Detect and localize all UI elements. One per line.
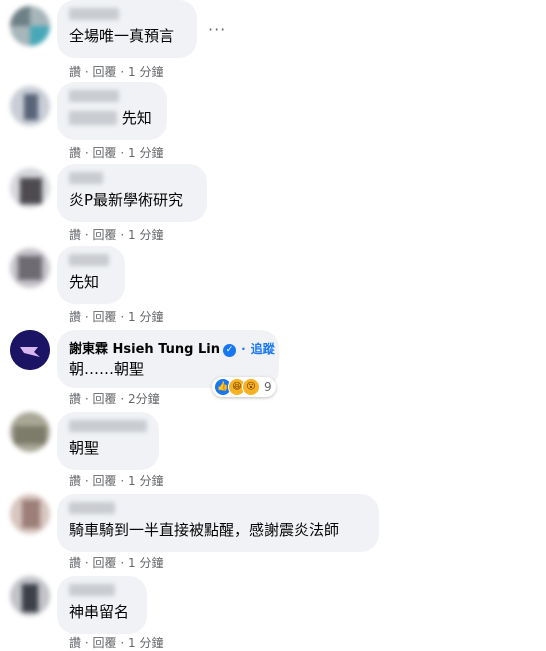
- comment-text: 朝聖: [69, 439, 100, 457]
- avatar[interactable]: [10, 412, 50, 452]
- more-options-icon[interactable]: ···: [208, 20, 226, 39]
- reply-link[interactable]: 回覆: [93, 556, 117, 570]
- avatar[interactable]: [10, 168, 50, 208]
- avatar[interactable]: [10, 6, 50, 46]
- reaction-count: 9: [264, 380, 272, 394]
- author-name-redacted[interactable]: [69, 8, 119, 20]
- timestamp[interactable]: 1 分鐘: [128, 146, 163, 160]
- avatar[interactable]: [10, 494, 50, 534]
- author-name-redacted[interactable]: [69, 172, 103, 184]
- verified-badge-icon: ✓: [222, 344, 236, 357]
- comment-bubble: 朝聖: [57, 412, 159, 470]
- timestamp[interactable]: 1 分鐘: [128, 228, 163, 242]
- author-name-redacted[interactable]: [69, 502, 115, 514]
- like-link[interactable]: 讚: [69, 636, 81, 650]
- reply-link[interactable]: 回覆: [93, 392, 117, 406]
- author-name-redacted[interactable]: [69, 584, 115, 596]
- page-logo-icon: [10, 330, 50, 370]
- like-link[interactable]: 讚: [69, 474, 81, 488]
- like-link[interactable]: 讚: [69, 392, 81, 406]
- author-name-redacted[interactable]: [69, 90, 119, 102]
- like-link[interactable]: 讚: [69, 65, 81, 79]
- avatar[interactable]: [10, 576, 50, 616]
- comment-text: 炎P最新學術研究: [69, 191, 184, 209]
- like-link[interactable]: 讚: [69, 146, 81, 160]
- reply-link[interactable]: 回覆: [93, 636, 117, 650]
- like-link[interactable]: 讚: [69, 228, 81, 242]
- like-link[interactable]: 讚: [69, 310, 81, 324]
- reply-link[interactable]: 回覆: [93, 146, 117, 160]
- comment-bubble: 全場唯一真預言: [57, 0, 197, 58]
- reply-link[interactable]: 回覆: [93, 228, 117, 242]
- timestamp[interactable]: 1 分鐘: [128, 474, 163, 488]
- comment-bubble: 先知: [57, 82, 167, 140]
- comment-meta: 讚 · 回覆 · 1 分鐘: [69, 65, 164, 79]
- comment-meta: 讚 · 回覆 · 1 分鐘: [69, 228, 164, 242]
- comment-text: 騎車騎到一半直接被點醒，感謝震炎法師: [69, 521, 340, 539]
- avatar[interactable]: [10, 330, 50, 370]
- comment-bubble: 先知: [57, 246, 125, 304]
- reply-link[interactable]: 回覆: [93, 474, 117, 488]
- avatar[interactable]: [10, 248, 50, 288]
- reaction-summary[interactable]: 👍 😆 😮 9: [212, 377, 276, 397]
- comment-bubble: 神串留名: [57, 576, 147, 634]
- author-name-redacted[interactable]: [69, 254, 109, 266]
- comment-bubble: 炎P最新學術研究: [57, 164, 207, 222]
- timestamp[interactable]: 1 分鐘: [128, 65, 163, 79]
- timestamp[interactable]: 1 分鐘: [128, 310, 163, 324]
- comment-meta: 讚 · 回覆 · 1 分鐘: [69, 474, 164, 488]
- comment-meta: 讚 · 回覆 · 1 分鐘: [69, 310, 164, 324]
- comment-text: 全場唯一真預言: [69, 27, 175, 45]
- comment-meta: 讚 · 回覆 · 1 分鐘: [69, 556, 164, 570]
- comment-text: 神串留名: [69, 603, 130, 621]
- author-name[interactable]: 謝東霖 Hsieh Tung Lin: [69, 342, 220, 357]
- comment-meta: 讚 · 回覆 · 1 分鐘: [69, 146, 164, 160]
- author-name-redacted[interactable]: [69, 420, 147, 432]
- timestamp[interactable]: 1 分鐘: [128, 556, 163, 570]
- comment-text: 先知: [69, 108, 155, 128]
- comment-text: 先知: [69, 273, 100, 291]
- reply-link[interactable]: 回覆: [93, 310, 117, 324]
- follow-link[interactable]: 追蹤: [251, 342, 275, 356]
- timestamp[interactable]: 2分鐘: [128, 392, 160, 406]
- reply-link[interactable]: 回覆: [93, 65, 117, 79]
- comment-text: 朝……朝聖: [69, 360, 145, 378]
- comment-bubble: 騎車騎到一半直接被點醒，感謝震炎法師: [57, 494, 379, 552]
- comment-meta: 讚 · 回覆 · 2分鐘: [69, 392, 160, 406]
- avatar[interactable]: [10, 86, 50, 126]
- timestamp[interactable]: 1 分鐘: [128, 636, 163, 650]
- wow-icon: 😮: [242, 378, 260, 396]
- comment-meta: 讚 · 回覆 · 1 分鐘: [69, 636, 164, 650]
- like-link[interactable]: 讚: [69, 556, 81, 570]
